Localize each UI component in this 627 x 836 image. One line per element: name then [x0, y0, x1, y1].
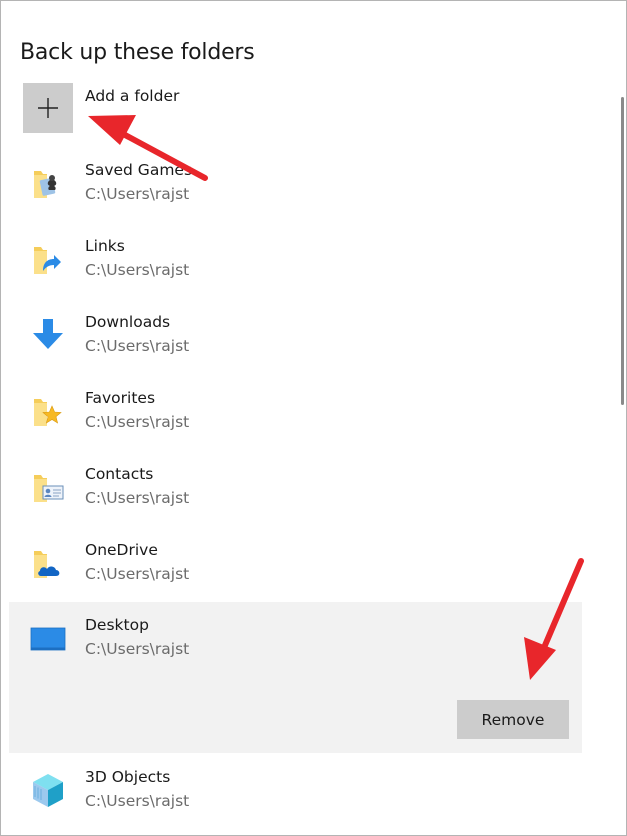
plus-icon: [38, 98, 58, 118]
saved-games-folder-icon: [34, 171, 57, 198]
folder-name: Contacts: [85, 465, 154, 483]
folder-path: C:\Users\rajst: [85, 413, 190, 431]
folder-name: Downloads: [85, 313, 171, 331]
folder-name: Links: [85, 237, 125, 255]
folder-path: C:\Users\rajst: [85, 337, 190, 355]
folder-path: C:\Users\rajst: [85, 792, 190, 810]
folder-path: C:\Users\rajst: [85, 489, 190, 507]
folder-name: Desktop: [85, 616, 149, 634]
links-folder-icon: [34, 247, 61, 274]
folder-item-onedrive[interactable]: OneDrive C:\Users\rajst: [9, 527, 582, 603]
backup-folders-panel: Back up these folders Add a folder Saved…: [0, 0, 627, 836]
folder-name: Saved Games: [85, 161, 193, 179]
folder-item-favorites[interactable]: Favorites C:\Users\rajst: [9, 375, 582, 451]
folder-item-links[interactable]: Links C:\Users\rajst: [9, 223, 582, 299]
onedrive-folder-icon: [34, 551, 60, 578]
folder-name: OneDrive: [85, 541, 158, 559]
remove-button[interactable]: Remove: [457, 700, 569, 739]
folder-item-downloads[interactable]: Downloads C:\Users\rajst: [9, 299, 582, 375]
scrollbar-thumb[interactable]: [621, 97, 624, 405]
folder-path: C:\Users\rajst: [85, 640, 190, 658]
folder-path: C:\Users\rajst: [85, 185, 190, 203]
folder-item-saved-games[interactable]: Saved Games C:\Users\rajst: [9, 147, 582, 223]
desktop-monitor-icon: [30, 627, 66, 651]
page-title: Back up these folders: [20, 40, 255, 65]
contacts-folder-icon: [34, 475, 64, 502]
add-folder-button[interactable]: [23, 83, 73, 133]
add-folder-label[interactable]: Add a folder: [85, 87, 179, 105]
folder-path: C:\Users\rajst: [85, 261, 190, 279]
download-arrow-icon: [33, 319, 63, 349]
folder-name: Favorites: [85, 389, 156, 407]
folder-path: C:\Users\rajst: [85, 565, 190, 583]
folder-item-3d-objects[interactable]: 3D Objects C:\Users\rajst: [9, 754, 582, 830]
folder-item-desktop[interactable]: Desktop C:\Users\rajst Remove: [9, 602, 582, 753]
folder-name: 3D Objects: [85, 768, 171, 786]
3d-cube-icon: [33, 774, 63, 807]
favorites-folder-icon: [34, 399, 62, 426]
folder-item-contacts[interactable]: Contacts C:\Users\rajst: [9, 451, 582, 527]
